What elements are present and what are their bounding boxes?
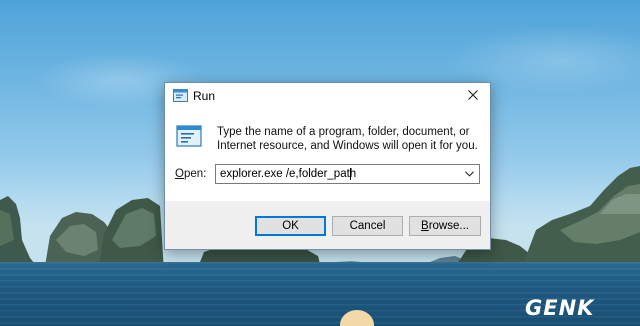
dialog-footer: OK Cancel Browse... xyxy=(165,201,490,249)
open-label: Open: xyxy=(175,168,206,180)
ok-button[interactable]: OK xyxy=(255,216,326,236)
run-large-icon xyxy=(176,125,202,147)
watermark-text: GENK xyxy=(525,296,595,320)
open-input[interactable] xyxy=(216,165,456,183)
cancel-button[interactable]: Cancel xyxy=(332,216,403,236)
dialog-description: Type the name of a program, folder, docu… xyxy=(217,126,478,152)
browse-accelerator: B xyxy=(421,220,429,232)
open-label-accelerator: O xyxy=(175,168,184,180)
run-icon xyxy=(173,89,188,102)
open-combobox[interactable] xyxy=(215,164,480,184)
window-title: Run xyxy=(193,89,216,103)
chevron-down-icon xyxy=(464,171,474,177)
close-icon xyxy=(468,90,478,100)
browse-label: rowse... xyxy=(428,220,469,232)
dropdown-button[interactable] xyxy=(459,165,479,183)
text-caret xyxy=(350,168,351,180)
open-label-text: pen: xyxy=(183,168,207,180)
run-dialog: Run Type the name of a program, folder, … xyxy=(164,82,491,250)
browse-button[interactable]: Browse... xyxy=(409,216,481,236)
close-button[interactable] xyxy=(456,83,490,107)
genk-watermark: GENK xyxy=(525,296,595,320)
title-bar[interactable]: Run xyxy=(165,83,490,109)
